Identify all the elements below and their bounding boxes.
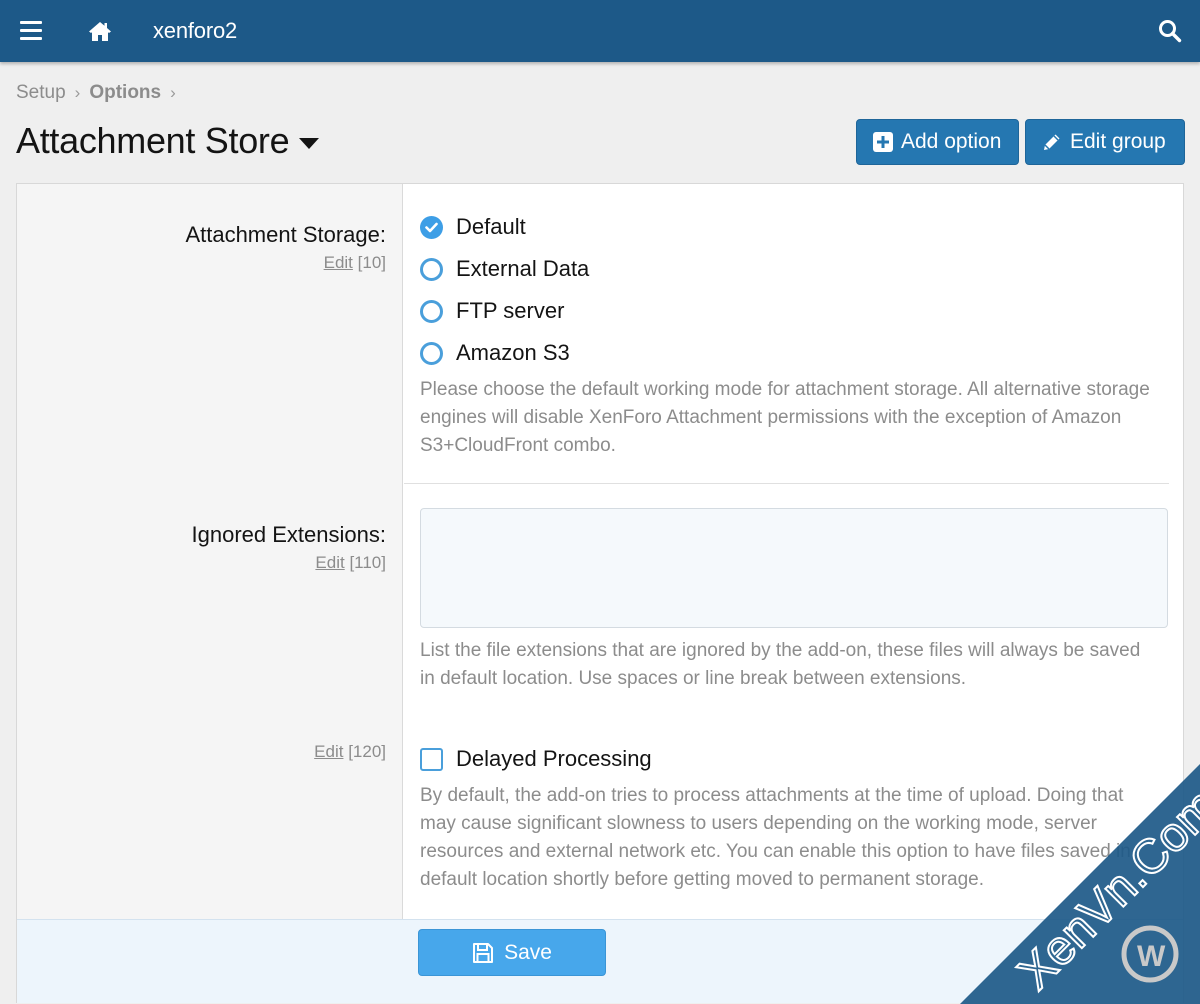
plus-square-icon	[873, 132, 893, 152]
title-dropdown-caret-icon[interactable]	[299, 137, 320, 149]
radio-checked-icon	[420, 215, 443, 239]
home-icon	[89, 22, 111, 41]
attachment-storage-edit-link[interactable]: Edit	[324, 253, 353, 272]
storage-radio-external-data[interactable]: External Data	[420, 256, 589, 282]
storage-radio-ftp-server[interactable]: FTP server	[420, 298, 564, 324]
home-button[interactable]	[88, 20, 112, 42]
attachment-storage-explain: Please choose the default working mode f…	[420, 379, 1150, 456]
delayed-processing-label-group: Edit [120]	[314, 737, 386, 762]
options-label-column: Attachment Storage: Edit [10] Ignored Ex…	[17, 184, 403, 919]
add-option-label: Add option	[901, 130, 1002, 153]
delayed-processing-hint: Edit [120]	[314, 742, 386, 762]
floppy-disk-icon	[473, 942, 494, 963]
storage-radio-label: External Data	[456, 256, 590, 281]
storage-radio-amazon-s3[interactable]: Amazon S3	[420, 340, 570, 366]
row-divider	[404, 483, 1169, 484]
page-title-text: Attachment Store	[16, 120, 290, 161]
options-input-column: Default External Data FTP server Amazon …	[404, 184, 1183, 919]
ignored-extensions-label: Ignored Extensions:	[191, 522, 386, 547]
breadcrumb: Setup › Options ›	[16, 82, 185, 104]
edit-group-label: Edit group	[1070, 130, 1166, 153]
attachment-storage-label-group: Attachment Storage: Edit [10]	[185, 222, 386, 273]
search-button[interactable]	[1158, 19, 1182, 43]
storage-radio-default[interactable]: Default	[420, 214, 526, 240]
pencil-icon	[1044, 134, 1060, 150]
delayed-processing-explain: By default, the add-on tries to process …	[420, 785, 1131, 890]
ignored-extensions-explain: List the file extensions that are ignore…	[420, 640, 1141, 689]
hamburger-menu-button[interactable]	[20, 21, 42, 41]
breadcrumb-separator: ›	[170, 83, 176, 102]
delayed-processing-order: [120]	[348, 742, 386, 761]
attachment-storage-order: [10]	[357, 253, 386, 272]
search-icon	[1159, 20, 1182, 43]
ignored-extensions-edit-link[interactable]: Edit	[315, 553, 344, 572]
radio-unchecked-icon	[420, 257, 443, 281]
ignored-extensions-textarea[interactable]	[420, 508, 1168, 628]
storage-radio-label: FTP server	[456, 298, 565, 323]
top-navigation-bar: xenforo2	[0, 0, 1200, 62]
checkbox-unchecked-icon	[420, 747, 443, 771]
edit-group-button[interactable]: Edit group	[1025, 119, 1185, 165]
save-label: Save	[504, 940, 552, 964]
breadcrumb-setup[interactable]: Setup	[16, 82, 66, 104]
storage-radio-label: Default	[456, 214, 526, 239]
delayed-processing-checkbox[interactable]: Delayed Processing	[420, 746, 652, 772]
ignored-extensions-order: [110]	[349, 553, 386, 572]
options-form-block: Attachment Storage: Edit [10] Ignored Ex…	[16, 183, 1184, 1003]
delayed-processing-edit-link[interactable]: Edit	[314, 742, 343, 761]
delayed-processing-label: Delayed Processing	[456, 746, 652, 771]
breadcrumb-separator: ›	[74, 83, 81, 102]
brand-link[interactable]: xenforo2	[153, 18, 237, 44]
radio-unchecked-icon	[420, 341, 443, 365]
add-option-button[interactable]: Add option	[856, 119, 1019, 165]
attachment-storage-label: Attachment Storage:	[185, 222, 386, 247]
storage-radio-label: Amazon S3	[456, 340, 570, 365]
ignored-extensions-label-group: Ignored Extensions: Edit [110]	[192, 522, 386, 573]
hamburger-icon	[20, 21, 42, 24]
breadcrumb-options[interactable]: Options	[89, 82, 161, 104]
page-title: Attachment Store	[16, 120, 320, 162]
form-submit-row: Save	[17, 919, 1183, 1003]
ignored-extensions-hint: Edit [110]	[192, 553, 386, 573]
save-button[interactable]: Save	[418, 929, 606, 976]
attachment-storage-hint: Edit [10]	[185, 253, 386, 273]
radio-unchecked-icon	[420, 299, 443, 323]
